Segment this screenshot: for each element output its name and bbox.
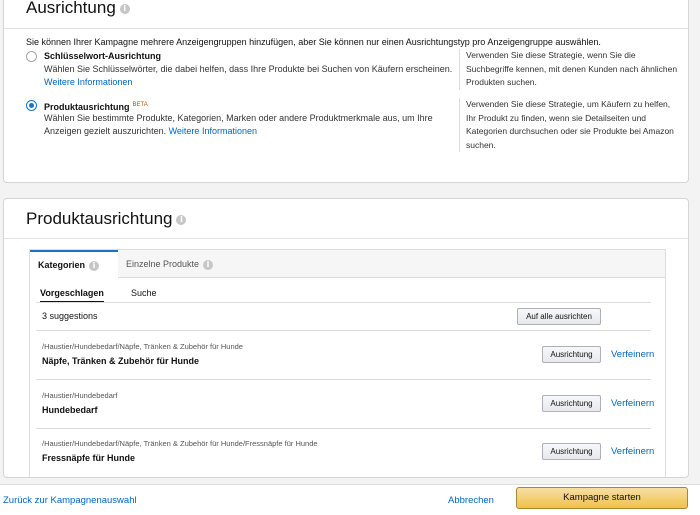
category-name: Fressnäpfe für Hunde — [42, 453, 136, 463]
option-title: Schlüsselwort-Ausrichtung — [44, 51, 162, 61]
product-targeting-card: Produktausrichtung i Kategorien i Einzelne… — [3, 198, 689, 478]
category-path: /Haustier/Hundebedarf/Näpfe, Tränken & Z… — [42, 439, 318, 448]
category-path: /Haustier/Hundebedarf/Näpfe, Tränken & Z… — [42, 342, 243, 351]
tab-categories[interactable]: Kategorien i — [30, 250, 118, 279]
refine-link[interactable]: Verfeinern — [611, 398, 654, 409]
target-all-button[interactable]: Auf alle ausrichten — [517, 308, 601, 325]
option-hint: Verwenden Sie diese Strategie, um Käufer… — [459, 98, 679, 152]
target-button[interactable]: Ausrichtung — [542, 443, 601, 460]
subtab-suggested[interactable]: Vorgeschlagen — [40, 288, 104, 303]
category-name: Hundebedarf — [42, 405, 98, 415]
subtab-search[interactable]: Suche — [131, 288, 157, 298]
targeting-title: Ausrichtung i — [26, 0, 130, 18]
product-targeting-title: Produktausrichtung i — [26, 209, 187, 229]
refine-link[interactable]: Verfeinern — [611, 446, 654, 457]
suggestion-count: 3 suggestions — [42, 311, 98, 321]
product-targeting-radio[interactable] — [26, 100, 37, 111]
category-path: /Haustier/Hundebedarf — [42, 391, 118, 400]
targeting-card: Ausrichtung i Sie können Ihrer Kampagne m… — [3, 0, 689, 183]
refine-link[interactable]: Verfeinern — [611, 349, 654, 360]
targeting-panel: Kategorien i Einzelne Produkte i Vorgeschl… — [29, 249, 666, 477]
target-button[interactable]: Ausrichtung — [542, 395, 601, 412]
target-button[interactable]: Ausrichtung — [542, 346, 601, 363]
info-icon[interactable]: i — [119, 3, 130, 14]
info-icon: i — [203, 259, 214, 270]
keyword-targeting-radio[interactable] — [26, 51, 37, 62]
info-icon[interactable]: i — [176, 214, 187, 225]
tab-bar: Kategorien i Einzelne Produkte i — [30, 250, 665, 279]
option-description: Wählen Sie Schlüsselwörter, die dabei he… — [44, 64, 453, 87]
option-description: Wählen Sie bestimmte Produkte, Kategorie… — [44, 113, 433, 136]
start-campaign-button[interactable]: Kampagne starten — [516, 487, 688, 509]
category-name: Näpfe, Tränken & Zubehör für Hunde — [42, 356, 200, 366]
back-to-campaign-selection-link[interactable]: Zurück zur Kampagnenauswahl — [3, 495, 137, 506]
tab-individual-products[interactable]: Einzelne Produkte i — [118, 250, 221, 278]
more-info-link[interactable]: Weitere Informationen — [44, 77, 132, 87]
beta-badge: BETA — [132, 102, 148, 108]
info-icon: i — [89, 260, 100, 271]
more-info-link[interactable]: Weitere Informationen — [169, 126, 257, 136]
option-hint: Verwenden Sie diese Strategie, wenn Sie … — [459, 49, 679, 90]
targeting-intro: Sie können Ihrer Kampagne mehrere Anzeig… — [26, 37, 601, 47]
cancel-link[interactable]: Abbrechen — [448, 495, 494, 506]
footer-bar: Zurück zur Kampagnenauswahl Abbrechen Ka… — [0, 484, 700, 515]
